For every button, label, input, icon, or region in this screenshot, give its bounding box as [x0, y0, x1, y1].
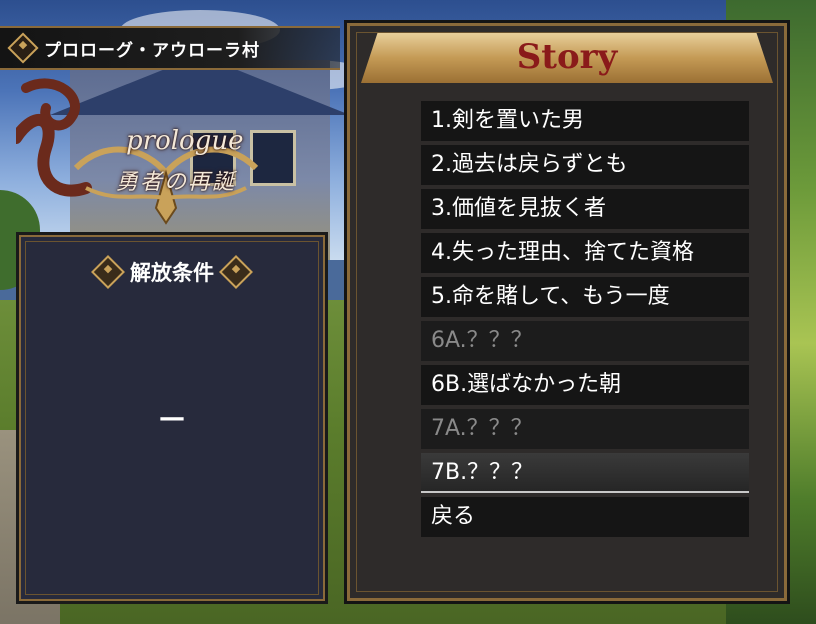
story-item-2[interactable]: 2.過去は戻らずとも: [421, 145, 749, 185]
chapter-title-bar: プロローグ・アウローラ村: [0, 26, 340, 70]
story-panel: Story 1.剣を置いた男 2.過去は戻らずとも 3.価値を見抜く者 4.失っ…: [344, 20, 790, 604]
story-item-4[interactable]: 4.失った理由、捨てた資格: [421, 233, 749, 273]
story-item-3[interactable]: 3.価値を見抜く者: [421, 189, 749, 229]
emblem-subtitle: 勇者の再誕: [116, 170, 237, 195]
story-item-6b[interactable]: 6B.選ばなかった朝: [421, 365, 749, 405]
chapter-title: プロローグ・アウローラ村: [44, 40, 260, 61]
diamond-icon: [91, 255, 125, 289]
story-item-7b[interactable]: 7B.？？？: [421, 453, 749, 493]
unlock-condition-panel: 解放条件 —: [16, 232, 328, 604]
story-item-5[interactable]: 5.命を賭して、もう一度: [421, 277, 749, 317]
story-header: Story: [361, 33, 773, 83]
diamond-icon: [219, 255, 253, 289]
back-button[interactable]: 戻る: [421, 497, 749, 537]
unlock-condition-header: 解放条件: [19, 255, 325, 289]
unlock-condition-value: —: [159, 403, 185, 433]
story-item-7a[interactable]: 7A.？？？: [421, 409, 749, 449]
story-item-1[interactable]: 1.剣を置いた男: [421, 101, 749, 141]
diamond-icon: [7, 32, 39, 64]
story-item-6a[interactable]: 6A.？？？: [421, 321, 749, 361]
prologue-emblem: prologue 勇者の再誕: [10, 78, 316, 228]
story-title: Story: [516, 37, 618, 77]
emblem-prologue-text: prologue: [126, 126, 244, 156]
story-list: 1.剣を置いた男 2.過去は戻らずとも 3.価値を見抜く者 4.失った理由、捨て…: [421, 101, 749, 541]
unlock-condition-title: 解放条件: [130, 261, 214, 285]
